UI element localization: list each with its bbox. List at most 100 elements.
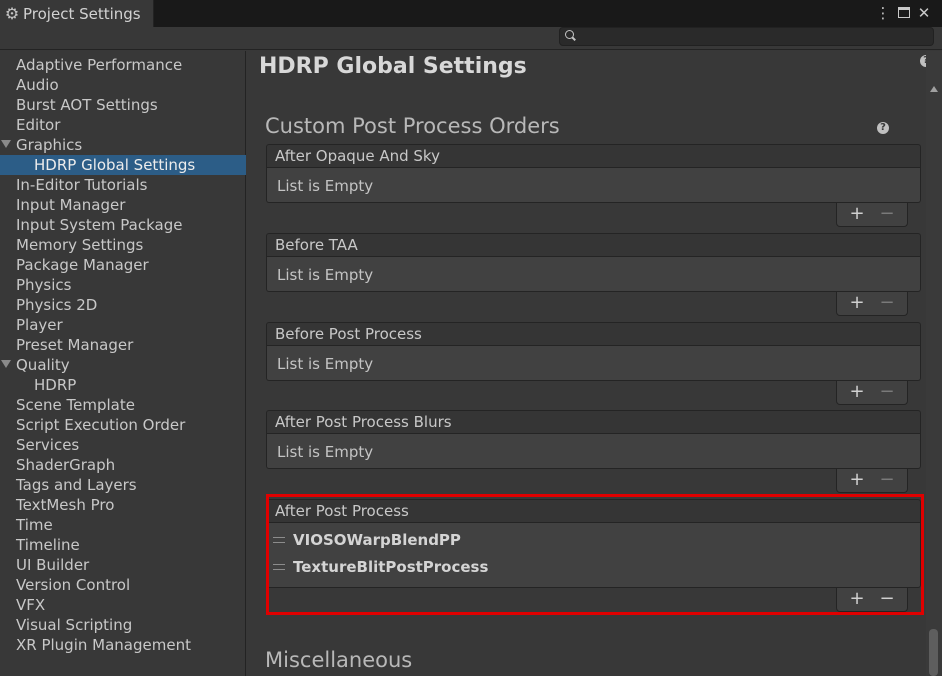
sidebar-item-label: Physics 2D: [16, 296, 98, 314]
expand-triangle-icon[interactable]: [1, 360, 11, 368]
empty-list-label: List is Empty: [277, 177, 374, 195]
expand-triangle-icon[interactable]: [1, 140, 11, 148]
list-footer: + −: [836, 203, 908, 227]
sidebar-item[interactable]: Physics 2D: [0, 295, 246, 315]
help-icon[interactable]: ?: [877, 122, 889, 134]
sidebar-item[interactable]: Burst AOT Settings: [0, 95, 246, 115]
sidebar-item-label: Package Manager: [16, 256, 149, 274]
sidebar-item[interactable]: Tags and Layers: [0, 475, 246, 495]
sidebar-item[interactable]: Time: [0, 515, 246, 535]
sidebar-item-label: TextMesh Pro: [16, 496, 115, 514]
sidebar-item-label: Burst AOT Settings: [16, 96, 158, 114]
empty-list-label: List is Empty: [277, 443, 374, 461]
list-footer: + −: [836, 381, 908, 405]
sidebar-item-label: Version Control: [16, 576, 131, 594]
sidebar-item-label: ShaderGraph: [16, 456, 116, 474]
title-bar: ⚙ Project Settings ⋮ ✕: [0, 0, 942, 27]
sidebar-item[interactable]: Version Control: [0, 575, 246, 595]
sidebar-item-label: In-Editor Tutorials: [16, 176, 148, 194]
sidebar-item-label: UI Builder: [16, 556, 90, 574]
list-header[interactable]: Before Post Process: [266, 322, 921, 346]
sidebar-item-label: Services: [16, 436, 80, 454]
sidebar-item[interactable]: Editor: [0, 115, 246, 135]
sidebar-item[interactable]: Preset Manager: [0, 335, 246, 355]
page-title: HDRP Global Settings: [259, 54, 527, 79]
sidebar-item[interactable]: Audio: [0, 75, 246, 95]
section-title-miscellaneous: Miscellaneous: [265, 648, 413, 672]
add-item-button[interactable]: +: [849, 292, 865, 314]
sidebar-item[interactable]: Script Execution Order: [0, 415, 246, 435]
sidebar-item-label: Physics: [16, 276, 72, 294]
empty-list-label: List is Empty: [277, 355, 374, 373]
remove-item-button[interactable]: −: [879, 381, 895, 403]
remove-item-button[interactable]: −: [879, 203, 895, 225]
empty-list-label: List is Empty: [277, 266, 374, 284]
maximize-icon[interactable]: [895, 4, 913, 22]
list-footer: + −: [836, 292, 908, 316]
highlight-box: [266, 494, 924, 615]
sidebar-item[interactable]: HDRP: [0, 375, 246, 395]
remove-item-button[interactable]: −: [879, 469, 895, 491]
list-header[interactable]: After Post Process Blurs: [266, 410, 921, 434]
sidebar-item-label: HDRP Global Settings: [34, 156, 196, 174]
scroll-thumb[interactable]: [929, 629, 938, 676]
list-body: List is Empty: [266, 257, 921, 292]
settings-sidebar: Adaptive Performance Audio Burst AOT Setti…: [0, 51, 246, 676]
sidebar-item[interactable]: In-Editor Tutorials: [0, 175, 246, 195]
list-header[interactable]: Before TAA: [266, 233, 921, 257]
project-settings-tab[interactable]: ⚙ Project Settings: [0, 0, 154, 27]
sidebar-item[interactable]: Package Manager: [0, 255, 246, 275]
sidebar-item[interactable]: Quality: [0, 355, 246, 375]
gear-icon: ⚙: [4, 3, 20, 23]
sidebar-item[interactable]: UI Builder: [0, 555, 246, 575]
sidebar-item-label: Input System Package: [16, 216, 183, 234]
sidebar-item-label: XR Plugin Management: [16, 636, 191, 654]
sidebar-item[interactable]: Visual Scripting: [0, 615, 246, 635]
add-item-button[interactable]: +: [849, 469, 865, 491]
search-input[interactable]: [559, 27, 934, 46]
sidebar-item[interactable]: Input System Package: [0, 215, 246, 235]
add-item-button[interactable]: +: [849, 203, 865, 225]
sidebar-item-label: Player: [16, 316, 63, 334]
sidebar-item-label: Preset Manager: [16, 336, 134, 354]
list-body: List is Empty: [266, 434, 921, 469]
search-icon: [565, 30, 574, 39]
sidebar-item[interactable]: Scene Template: [0, 395, 246, 415]
close-icon[interactable]: ✕: [915, 4, 933, 22]
sidebar-item-label: HDRP: [34, 376, 77, 394]
sidebar-item[interactable]: TextMesh Pro: [0, 495, 246, 515]
remove-item-button[interactable]: −: [879, 292, 895, 314]
sidebar-item-label: Visual Scripting: [16, 616, 133, 634]
sidebar-item-label: Time: [16, 516, 53, 534]
sidebar-item-label: Timeline: [16, 536, 80, 554]
sidebar-item-label: Audio: [16, 76, 59, 94]
sidebar-item-label: Quality: [16, 356, 70, 374]
tab-title: Project Settings: [23, 4, 141, 23]
sidebar-item-label: Scene Template: [16, 396, 135, 414]
sidebar-item[interactable]: Player: [0, 315, 246, 335]
sidebar-item-label: Tags and Layers: [16, 476, 137, 494]
scroll-up-arrow-icon[interactable]: [930, 86, 938, 92]
sidebar-item[interactable]: XR Plugin Management: [0, 635, 246, 655]
add-item-button[interactable]: +: [849, 381, 865, 403]
sidebar-item-label: Input Manager: [16, 196, 126, 214]
kebab-menu-icon[interactable]: ⋮: [874, 4, 892, 22]
list-footer: + −: [836, 469, 908, 493]
sidebar-item-label: Memory Settings: [16, 236, 144, 254]
sidebar-item-label: Script Execution Order: [16, 416, 186, 434]
sidebar-item[interactable]: Adaptive Performance: [0, 55, 246, 75]
scrollbar[interactable]: [926, 51, 942, 676]
sidebar-item[interactable]: Physics: [0, 275, 246, 295]
list-header[interactable]: After Opaque And Sky: [266, 144, 921, 168]
sidebar-item[interactable]: VFX: [0, 595, 246, 615]
section-title-custom-post-process-orders: Custom Post Process Orders: [265, 114, 560, 138]
sidebar-item[interactable]: Timeline: [0, 535, 246, 555]
sidebar-item-label: VFX: [16, 596, 46, 614]
sidebar-item[interactable]: HDRP Global Settings: [0, 155, 246, 175]
sidebar-item-label: Adaptive Performance: [16, 56, 183, 74]
sidebar-item[interactable]: Input Manager: [0, 195, 246, 215]
sidebar-item[interactable]: Memory Settings: [0, 235, 246, 255]
sidebar-item[interactable]: Services: [0, 435, 246, 455]
sidebar-item[interactable]: ShaderGraph: [0, 455, 246, 475]
sidebar-item[interactable]: Graphics: [0, 135, 246, 155]
